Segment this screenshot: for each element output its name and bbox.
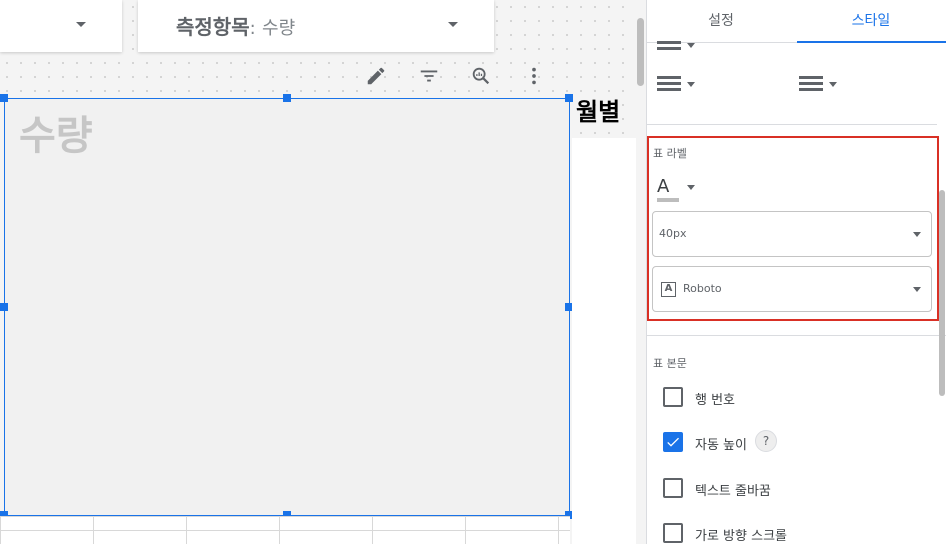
edit-icon[interactable] — [362, 62, 390, 90]
row-numbers-option[interactable]: 행 번호 — [663, 385, 933, 409]
panel-tabs: 설정 스타일 — [647, 0, 946, 43]
background-table-grid — [0, 516, 570, 544]
more-vert-icon[interactable] — [520, 62, 548, 90]
dropdown-arrow-icon — [913, 287, 921, 292]
chart-title: 월별 — [576, 98, 621, 126]
wrap-text-checkbox[interactable] — [663, 478, 683, 498]
resize-handle-top-right[interactable] — [565, 94, 573, 102]
filter-control-left[interactable] — [0, 0, 122, 52]
row-numbers-label: 행 번호 — [695, 393, 736, 408]
border-style-icon[interactable] — [799, 76, 823, 94]
tab-setup[interactable]: 설정 — [647, 0, 795, 43]
report-canvas: 측정항목: 수량 수량 월별 — [0, 0, 636, 544]
adjacent-chart — [572, 138, 636, 544]
metric-control[interactable]: 측정항목: 수량 — [138, 0, 494, 52]
metric-separator: : — [249, 18, 256, 39]
canvas-scrollbar[interactable] — [636, 0, 646, 544]
metric-value: 수량 — [262, 18, 296, 39]
table-label-section-title: 표 라벨 — [653, 147, 687, 160]
row-numbers-checkbox[interactable] — [663, 387, 683, 407]
table-label: 수량 — [19, 113, 93, 159]
border-style-icon[interactable] — [657, 76, 681, 94]
filter-icon[interactable] — [415, 62, 443, 90]
wrap-text-option[interactable]: 텍스트 줄바꿈 — [663, 476, 933, 500]
resize-handle-top-left[interactable] — [0, 94, 8, 102]
panel-scrollbar-thumb[interactable] — [939, 190, 945, 396]
dropdown-arrow-icon — [913, 232, 921, 237]
help-icon[interactable]: ? — [755, 430, 777, 452]
table-chart[interactable]: 수량 — [4, 98, 570, 516]
border-style-pickers — [647, 41, 937, 125]
chart-toolbar — [350, 60, 560, 92]
font-size-select[interactable]: 40px — [652, 211, 932, 257]
font-color-picker[interactable]: A — [657, 176, 697, 202]
resize-handle-left[interactable] — [0, 303, 8, 311]
section-divider — [647, 335, 946, 336]
font-family-select[interactable]: A Roboto — [652, 266, 932, 312]
property-panel: 설정 스타일 표 라벨 A 40px A Roboto 표 본문 행 번호 자동… — [646, 0, 946, 544]
dropdown-arrow-icon[interactable] — [448, 22, 458, 27]
dropdown-arrow-icon[interactable] — [829, 82, 837, 87]
font-size-value: 40px — [659, 227, 687, 240]
tab-style[interactable]: 스타일 — [797, 0, 945, 43]
auto-height-option[interactable]: 자동 높이 ? — [663, 430, 933, 454]
check-icon — [667, 437, 679, 447]
dropdown-arrow-icon[interactable] — [76, 22, 86, 27]
horizontal-scroll-checkbox[interactable] — [663, 523, 683, 543]
canvas-scrollbar-thumb[interactable] — [637, 18, 644, 86]
metric-label: 측정항목 — [176, 15, 250, 39]
dropdown-arrow-icon[interactable] — [687, 82, 695, 87]
font-family-value: Roboto — [683, 282, 722, 295]
font-color-glyph: A — [657, 176, 670, 197]
auto-height-label: 자동 높이 — [695, 438, 747, 453]
wrap-text-label: 텍스트 줄바꿈 — [695, 484, 771, 499]
explore-icon[interactable] — [467, 62, 495, 90]
metric-control-text: 측정항목: 수량 — [176, 11, 295, 40]
resize-handle-top[interactable] — [283, 94, 291, 102]
horizontal-scroll-label: 가로 방향 스크롤 — [695, 529, 787, 544]
dropdown-arrow-icon[interactable] — [687, 43, 695, 48]
font-color-swatch — [657, 198, 679, 202]
font-icon: A — [661, 282, 676, 297]
border-style-icon[interactable] — [657, 41, 681, 53]
table-body-section-title: 표 본문 — [653, 357, 687, 370]
horizontal-scroll-option[interactable]: 가로 방향 스크롤 — [663, 521, 933, 544]
dropdown-arrow-icon — [687, 185, 695, 190]
auto-height-checkbox[interactable] — [663, 432, 683, 452]
